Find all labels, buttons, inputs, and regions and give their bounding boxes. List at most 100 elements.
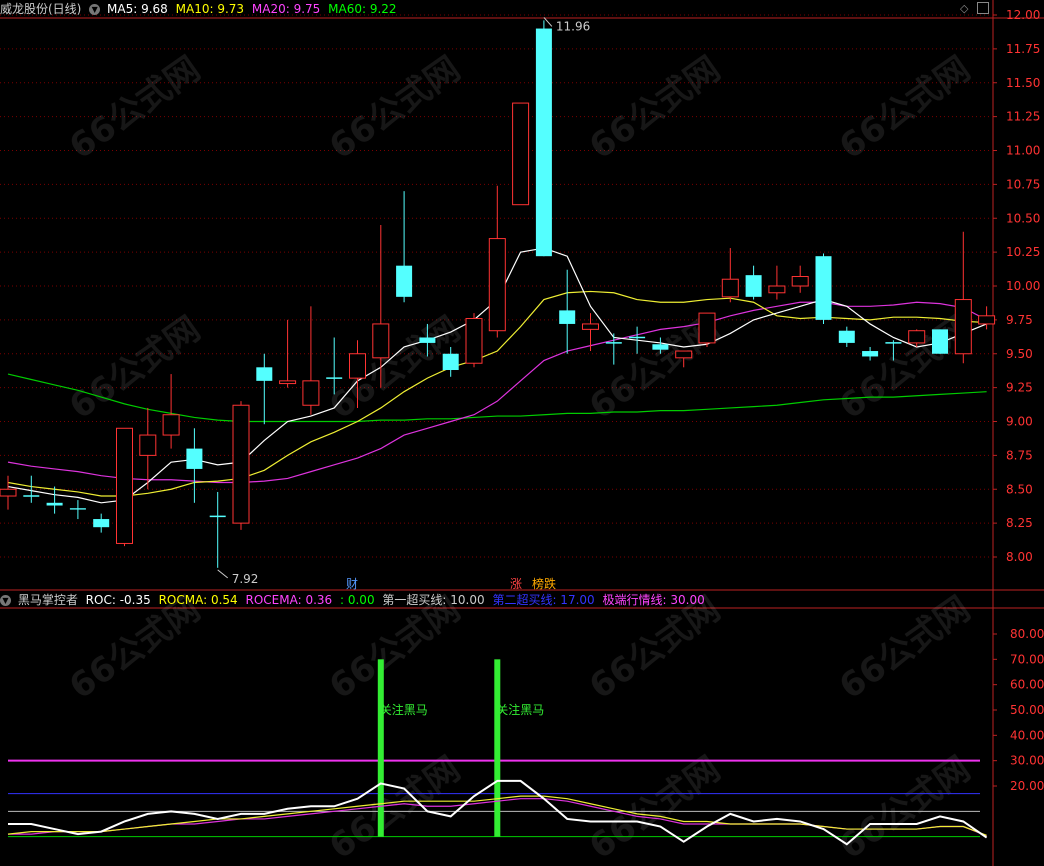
rocma-label: ROCMA: 0.54 — [158, 593, 238, 607]
candle — [559, 269, 576, 354]
price-chart[interactable]: 12.00 11.75 11.50 11.25 11.00 10.75 10.50 10.25… — [0, 0, 1044, 866]
candle — [838, 326, 855, 347]
price-tick-label: 10.25 — [1006, 245, 1040, 259]
candle — [791, 265, 809, 293]
candle — [116, 427, 133, 547]
candle — [186, 428, 203, 503]
price-tick-label: 9.50 — [1006, 347, 1033, 361]
price-tick-label: 11.75 — [1006, 42, 1040, 56]
sub-tick-label: 60.00 — [1010, 678, 1044, 692]
candle-body — [838, 330, 855, 343]
candle — [488, 185, 506, 338]
candle-body — [721, 278, 739, 298]
candle — [465, 313, 483, 368]
candle-body — [768, 285, 786, 294]
candle — [721, 248, 739, 303]
candle-body — [396, 265, 413, 297]
candle-body — [162, 414, 180, 436]
signal-bar — [494, 659, 501, 837]
candle-body — [465, 318, 483, 364]
ma20-label: MA20: 9.75 — [251, 2, 321, 16]
candle — [512, 102, 530, 206]
maximize-icon[interactable] — [977, 2, 989, 14]
candle-body — [512, 102, 530, 206]
sub-tick-label: 80.00 — [1010, 627, 1044, 641]
candle-body — [372, 323, 390, 359]
roc-label: ROC: -0.35 — [85, 593, 151, 607]
candle-body — [302, 380, 320, 406]
candle — [629, 326, 646, 354]
watermark: 66公式网 — [582, 49, 727, 167]
candle — [69, 500, 86, 520]
price-tick-label: 11.25 — [1006, 110, 1040, 124]
candle-body — [582, 323, 599, 330]
candle — [698, 312, 716, 347]
event-cai[interactable]: 财 — [346, 575, 358, 592]
candle-body — [419, 337, 436, 343]
candle-body — [652, 344, 669, 350]
sub-tick-label: 50.00 — [1010, 703, 1044, 717]
ma10-label: MA10: 9.73 — [175, 2, 245, 16]
sub-tick-label: 70.00 — [1010, 652, 1044, 666]
candle-body — [978, 315, 996, 325]
price-tick-label: 10.50 — [1006, 211, 1040, 225]
sub-header: ▼ 黑马掌控者 ROC: -0.35 ROCMA: 0.54 ROCEMA: 0… — [0, 591, 709, 609]
high-marker — [543, 17, 553, 27]
watermark: 66公式网 — [832, 589, 977, 707]
price-tick-label: 11.00 — [1006, 144, 1040, 158]
candle — [302, 306, 320, 415]
candle-body — [559, 310, 576, 324]
sub-tick-label: 30.00 — [1010, 754, 1044, 768]
chevron-down-icon[interactable]: ▼ — [89, 4, 101, 15]
sub-tick-label: 20.00 — [1010, 779, 1044, 793]
candle — [815, 253, 832, 324]
candle — [954, 231, 972, 364]
candle-body — [116, 427, 133, 544]
low-label: 7.92 — [232, 572, 259, 586]
candle — [0, 475, 17, 510]
candle — [279, 319, 297, 388]
candle-body — [862, 351, 879, 357]
candle-body — [675, 350, 693, 359]
candle-body — [535, 28, 552, 257]
candle-body — [0, 488, 17, 497]
price-tick-label: 9.00 — [1006, 415, 1033, 429]
sub-tick-label: 40.00 — [1010, 728, 1044, 742]
sub-title: 黑马掌控者 — [17, 593, 78, 607]
candle — [93, 513, 110, 533]
rocema-label: ROCEMA: 0.36 — [245, 593, 333, 607]
candle — [862, 346, 879, 361]
zero-label: : 0.00 — [340, 593, 375, 607]
candle — [932, 329, 948, 354]
watermark: 66公式网 — [322, 49, 467, 167]
diamond-icon[interactable]: ◇ — [960, 2, 968, 15]
price-tick-label: 8.50 — [1006, 482, 1033, 496]
candle-body — [488, 238, 506, 332]
candle-body — [93, 519, 110, 528]
candle-body — [46, 502, 63, 506]
candle-body — [908, 330, 926, 344]
signal-bar — [377, 659, 384, 837]
stock-title: 威龙股份(日线) — [0, 2, 82, 16]
candle-body — [232, 404, 250, 524]
candle-body — [69, 508, 86, 510]
low-marker — [217, 569, 229, 579]
candle-body — [279, 380, 297, 385]
event-zhang[interactable]: 涨 — [510, 575, 522, 592]
candle — [209, 491, 226, 568]
line1-label: 第一超买线: 10.00 — [382, 593, 485, 607]
price-tick-label: 8.00 — [1006, 550, 1033, 564]
candle — [535, 20, 552, 257]
candle — [582, 313, 599, 352]
line3-label: 极端行情线: 30.00 — [602, 593, 705, 607]
candle — [46, 486, 63, 514]
watermark: 66公式网 — [62, 49, 207, 167]
candle — [232, 401, 250, 530]
candle-body — [256, 367, 273, 381]
candle — [256, 353, 273, 425]
price-tick-label: 10.00 — [1006, 279, 1040, 293]
event-bang[interactable]: 榜跌 — [532, 575, 556, 592]
chevron-down-icon[interactable]: ▼ — [0, 595, 11, 606]
price-tick-label: 9.25 — [1006, 381, 1033, 395]
main-header: 威龙股份(日线) ▼ MA5: 9.68 MA10: 9.73 MA20: 9.… — [0, 0, 401, 18]
